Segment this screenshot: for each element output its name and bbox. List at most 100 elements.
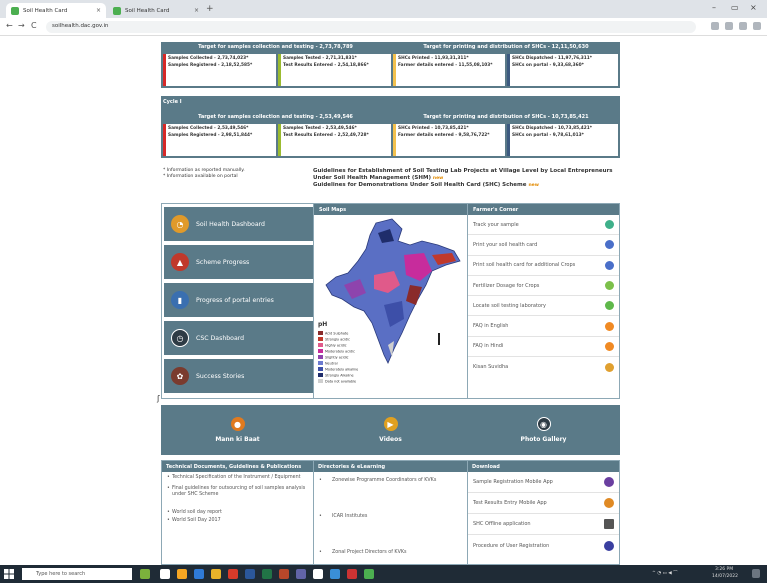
summary-cell: SHCs Printed - 11,93,31,311* Farmer deta… xyxy=(393,54,505,86)
app-icon[interactable] xyxy=(228,569,238,579)
farmer-link-print-card-additional[interactable]: Print soil health card for additional Cr… xyxy=(468,256,619,276)
powerpoint-icon[interactable] xyxy=(279,569,289,579)
chrome-icon[interactable] xyxy=(211,569,221,579)
close-tab-icon[interactable]: × xyxy=(194,7,199,14)
videos-link[interactable]: ▶ Videos xyxy=(314,405,467,455)
farmer-link-locate-lab[interactable]: Locate soil testing laboratory xyxy=(468,296,619,317)
excel-icon[interactable] xyxy=(262,569,272,579)
farmer-link-kisan-suvidha[interactable]: Kisan Suvidha xyxy=(468,357,619,377)
farmer-link-fertilizer[interactable]: Fertilizer Dosage for Crops xyxy=(468,276,619,297)
file-explorer-icon[interactable] xyxy=(177,569,187,579)
farmer-corner-title: Farmer's Corner xyxy=(468,204,619,215)
windows-start-icon[interactable] xyxy=(4,569,14,579)
tech-doc-link[interactable]: Technical Specification of the Instrumen… xyxy=(162,472,313,483)
legend-label: Strongly acidic xyxy=(325,338,350,342)
directory-link[interactable]: Zonal Project Directors of KVKs xyxy=(314,522,467,558)
cell-text: SHCs Printed - 11,93,31,311* xyxy=(398,56,469,61)
menu-scheme-progress[interactable]: ▲ Scheme Progress xyxy=(164,245,313,279)
menu-icon[interactable] xyxy=(753,22,761,30)
tab-title: Soil Health Card xyxy=(125,7,170,14)
directory-link[interactable]: Zonewise Programme Coordinators of KVKs xyxy=(314,472,467,486)
edge-icon[interactable] xyxy=(194,569,204,579)
weather-icon[interactable] xyxy=(140,569,150,579)
app-icon[interactable] xyxy=(364,569,374,579)
mobile-icon xyxy=(604,498,614,508)
tech-doc-link[interactable]: World Soil Day 2017 xyxy=(162,518,313,526)
farmer-link-track-sample[interactable]: Track your sample xyxy=(468,215,619,236)
tech-doc-link[interactable]: Final guidelines for outsourcing of soil… xyxy=(162,483,313,500)
menu-label: Scheme Progress xyxy=(196,258,250,266)
menu-soil-health-dashboard[interactable]: ◔ Soil Health Dashboard xyxy=(164,207,313,241)
legend-swatch xyxy=(318,367,323,371)
tray-icons[interactable]: ^ ◔ ▭ ◀ ⌒ xyxy=(652,570,678,576)
summary-top-panel: Target for samples collection and testin… xyxy=(161,42,620,88)
cell-text: SHCs on portal - 9,33,68,360* xyxy=(512,63,584,68)
new-tab-button[interactable]: + xyxy=(206,4,214,14)
chat-icon xyxy=(605,341,614,351)
download-link[interactable]: SHC Offline application xyxy=(468,514,619,535)
map-legend: Acid Sulphate Strongly acidic Highly acidi… xyxy=(318,331,358,384)
link-label: Print soil health card for additional Cr… xyxy=(473,262,576,269)
note-portal: * Information available on portal xyxy=(163,174,238,179)
app-icon[interactable] xyxy=(330,569,340,579)
link-label: SHC Offline application xyxy=(473,521,531,527)
legend-swatch xyxy=(318,349,323,353)
guideline-link-shc[interactable]: Guidelines for Demonstrations Under Soil… xyxy=(313,182,623,189)
share-icon[interactable] xyxy=(711,22,719,30)
bookmark-icon[interactable] xyxy=(725,22,733,30)
legend-swatch xyxy=(318,361,323,365)
clock-date[interactable]: 14/07/2022 xyxy=(712,574,738,579)
status-bar xyxy=(393,54,396,86)
taskbar-search-input[interactable]: Type here to search xyxy=(22,568,132,580)
restore-button[interactable]: ▭ xyxy=(731,3,739,12)
link-label: Locate soil testing laboratory xyxy=(473,302,546,309)
download-link[interactable]: Procedure of User Registration xyxy=(468,535,619,556)
farmer-link-print-card[interactable]: Print your soil health card xyxy=(468,235,619,256)
back-button[interactable]: ← xyxy=(6,21,13,30)
word-icon[interactable] xyxy=(245,569,255,579)
reload-button[interactable]: C xyxy=(31,21,37,30)
close-tab-icon[interactable]: × xyxy=(96,7,101,14)
guideline-text: Guidelines for Establishment of Soil Tes… xyxy=(313,168,613,181)
menu-portal-progress[interactable]: ▮ Progress of portal entries xyxy=(164,283,313,317)
download-link[interactable]: Test Results Entry Mobile App xyxy=(468,493,619,514)
farmer-link-faq-english[interactable]: FAQ in English xyxy=(468,316,619,337)
cell-text: Samples Registered - 2,18,52,585* xyxy=(168,63,253,68)
link-label: Photo Gallery xyxy=(520,436,567,443)
guideline-link-shm[interactable]: Guidelines for Establishment of Soil Tes… xyxy=(313,168,623,182)
download-link[interactable]: Sample Registration Mobile App xyxy=(468,472,619,493)
cell-text: Samples Registered - 2,98,51,844* xyxy=(168,133,253,138)
cycle-cell: Samples Collected - 2,53,49,546* Samples… xyxy=(163,124,276,156)
dashboard-icon: ◷ xyxy=(171,329,189,347)
india-soil-map[interactable]: pH Acid Sulphate Strongly acidic Highly ac… xyxy=(314,215,467,398)
teams-icon[interactable] xyxy=(296,569,306,579)
browser-tab-2[interactable]: Soil Health Card × xyxy=(108,3,204,18)
extensions-icon[interactable] xyxy=(739,22,747,30)
notification-icon[interactable] xyxy=(752,569,760,578)
radio-icon: ● xyxy=(230,417,245,431)
mann-ki-baat-link[interactable]: ● Mann ki Baat xyxy=(161,405,314,455)
app-icon[interactable] xyxy=(347,569,357,579)
camera-icon: ◉ xyxy=(536,417,551,431)
task-view-icon[interactable] xyxy=(160,569,170,579)
legend-swatch xyxy=(318,331,323,335)
close-window-button[interactable]: × xyxy=(750,3,757,12)
photo-gallery-link[interactable]: ◉ Photo Gallery xyxy=(467,405,620,455)
directory-link[interactable]: ICAR Institutes xyxy=(314,486,467,522)
tech-doc-link[interactable]: World soil day report xyxy=(162,500,313,518)
forward-button[interactable]: → xyxy=(18,21,25,30)
menu-csc-dashboard[interactable]: ◷ CSC Dashboard xyxy=(164,321,313,355)
browser-tab-1[interactable]: Soil Health Card × xyxy=(6,3,106,18)
printer-icon xyxy=(605,240,614,250)
cycle-cell: Samples Tested - 2,53,49,546* Test Resul… xyxy=(278,124,391,156)
farmer-link-faq-hindi[interactable]: FAQ in Hindi xyxy=(468,337,619,358)
clock-time[interactable]: 3:26 PM xyxy=(715,567,733,572)
legend-swatch xyxy=(318,373,323,377)
minimize-button[interactable]: – xyxy=(712,3,716,12)
url-input[interactable]: soilhealth.dac.gov.in xyxy=(46,21,696,33)
link-label: Procedure of User Registration xyxy=(473,542,550,549)
farmer-icon xyxy=(605,362,614,372)
cycle-label: Cycle I xyxy=(163,99,182,105)
app-icon[interactable] xyxy=(313,569,323,579)
menu-success-stories[interactable]: ✿ Success Stories xyxy=(164,359,313,393)
